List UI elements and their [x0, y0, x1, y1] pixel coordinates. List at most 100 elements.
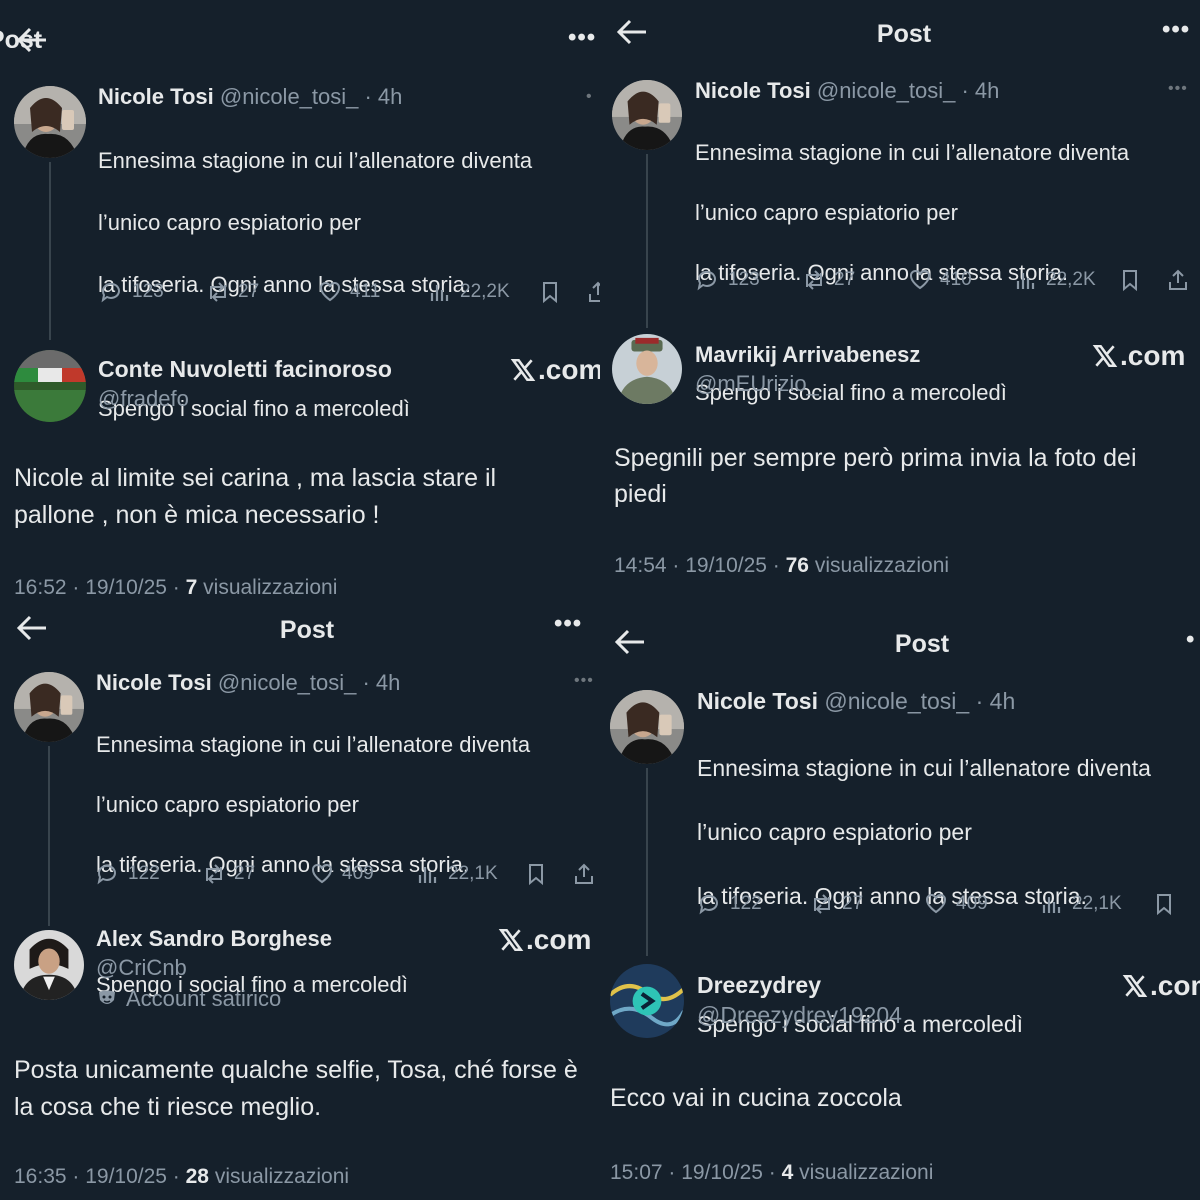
bookmark-button[interactable]	[538, 280, 562, 304]
reply-views-count: 28	[185, 1165, 209, 1188]
repost-button[interactable]: 27	[810, 892, 863, 916]
brand-label: .com	[526, 924, 592, 955]
repost-icon	[806, 270, 822, 290]
avatar-nicole[interactable]	[610, 690, 684, 764]
post-header: Nicole Tosi @nicole_tosi_ · 4h	[697, 688, 1015, 714]
post-line: Ennesima stagione in cui l’allenatore di…	[697, 755, 1151, 781]
post-line: l’unico capro espiatorio per	[697, 819, 972, 845]
views-count: 22,1K	[1072, 893, 1122, 914]
views-button[interactable]: 22,1K	[416, 862, 498, 886]
views-icon	[1016, 273, 1035, 289]
reply-author-handle[interactable]: @mEUrizio_	[695, 371, 819, 397]
post-line: l’unico capro espiatorio per	[96, 792, 359, 817]
post-more-icon[interactable]: •••	[1168, 80, 1188, 98]
avatar-nicole[interactable]	[14, 86, 86, 158]
reply-count: 123	[132, 281, 164, 302]
post-line: Ennesima stagione in cui l’allenatore di…	[695, 140, 1130, 165]
author-name[interactable]: Nicole Tosi	[695, 78, 811, 103]
views-icon	[430, 285, 449, 301]
more-options-icon[interactable]: •••	[1162, 16, 1190, 44]
reply-button[interactable]: 123	[696, 268, 760, 292]
reply-text: Spegnili per sempre però prima invia la …	[614, 444, 1137, 508]
repost-button[interactable]: 27	[802, 268, 855, 292]
share-icon	[589, 281, 600, 302]
author-name[interactable]: Nicole Tosi	[98, 84, 214, 109]
post-more-icon[interactable]: •••	[574, 672, 594, 690]
like-button[interactable]: 411	[318, 280, 380, 304]
reply-author-handle[interactable]: @Dreezydrey19204	[697, 1002, 902, 1029]
post-line: Ennesima stagione in cui l’allenatore di…	[96, 732, 531, 757]
bookmark-button[interactable]	[1118, 268, 1142, 292]
more-options-icon[interactable]: •	[1186, 626, 1195, 654]
share-button[interactable]	[572, 862, 596, 886]
author-name[interactable]: Nicole Tosi	[697, 688, 818, 714]
avatar-reply[interactable]	[14, 350, 86, 422]
more-options-icon[interactable]: •••	[568, 24, 596, 52]
x-brand: .com	[510, 354, 600, 386]
avatar-nicole[interactable]	[14, 672, 84, 742]
author-handle-time[interactable]: @nicole_tosi_ · 4h	[220, 84, 403, 109]
heart-icon	[910, 269, 930, 290]
reply-text: Posta unicamente qualche selfie, Tosa, c…	[14, 1056, 578, 1121]
reply-author-name[interactable]: Dreezydrey	[697, 972, 821, 999]
reply-views-label: visualizzazioni	[793, 1161, 934, 1184]
x-logo-icon	[510, 358, 536, 382]
views-button[interactable]: 22,1K	[1040, 892, 1122, 916]
post-screen-2: Post ••• Nicole Tosi @nicole_tosi_ · 4h …	[600, 0, 1200, 600]
avatar-nicole[interactable]	[612, 80, 682, 150]
reply-author-name[interactable]: Conte Nuvoletti facinoroso	[98, 356, 392, 383]
author-handle-time[interactable]: @nicole_tosi_ · 4h	[824, 688, 1015, 714]
like-count: 411	[350, 281, 381, 302]
reply-meta: 15:07 · 19/10/25 · 4 visualizzazioni	[610, 1161, 933, 1185]
post-header: Nicole Tosi @nicole_tosi_ · 4h	[695, 78, 999, 104]
bookmark-button[interactable]	[1152, 892, 1176, 916]
views-button[interactable]: 22,2K	[1014, 268, 1096, 292]
views-button[interactable]: 22,2K	[428, 280, 510, 304]
author-name[interactable]: Nicole Tosi	[96, 670, 212, 695]
repost-button[interactable]: 27	[202, 862, 255, 886]
reply-button[interactable]: 122	[698, 892, 762, 916]
share-button[interactable]	[586, 280, 600, 304]
views-count: 22,2K	[1046, 269, 1096, 290]
top-bar: Post •••	[0, 608, 600, 652]
repost-count: 27	[842, 893, 864, 914]
brand-label: .com	[1120, 340, 1186, 371]
avatar-reply[interactable]	[612, 334, 682, 404]
reply-button[interactable]: 122	[96, 862, 160, 886]
reply-author-name[interactable]: Alex Sandro Borghese	[96, 926, 332, 952]
reply-views-count: 7	[185, 576, 198, 599]
like-count: 409	[342, 863, 374, 884]
post-more-icon[interactable]: •	[586, 88, 593, 106]
like-count: 410	[940, 269, 972, 290]
brand-label: .com	[1150, 970, 1200, 1001]
author-handle-time[interactable]: @nicole_tosi_ · 4h	[218, 670, 401, 695]
reply-timestamp: 16:52 · 19/10/25 ·	[14, 576, 186, 599]
reply-author-handle[interactable]: @CriCnb	[96, 955, 187, 981]
avatar-reply[interactable]	[14, 930, 84, 1000]
page-title: Post	[0, 26, 43, 54]
heart-icon	[320, 281, 340, 302]
x-brand: .com	[498, 924, 591, 956]
author-handle-time[interactable]: @nicole_tosi_ · 4h	[817, 78, 1000, 103]
views-count: 22,2K	[460, 281, 510, 302]
like-button[interactable]: 410	[908, 268, 972, 292]
thread-line	[646, 154, 648, 328]
more-options-icon[interactable]: •••	[554, 610, 582, 638]
reply-author-handle[interactable]: @fradefo	[98, 386, 189, 412]
top-bar: Post •••	[600, 12, 1200, 56]
avatar-reply[interactable]	[610, 964, 684, 1038]
bookmark-icon	[543, 282, 557, 304]
bookmark-button[interactable]	[524, 862, 548, 886]
share-button[interactable]	[1166, 268, 1190, 292]
like-button[interactable]: 409	[310, 862, 374, 886]
repost-count: 27	[238, 281, 260, 302]
like-button[interactable]: 409	[924, 892, 988, 916]
reply-button[interactable]: 123	[100, 280, 164, 304]
reply-author-name[interactable]: Mavrikij Arrivabenesz	[695, 342, 920, 368]
bookmark-icon	[529, 864, 543, 886]
page-title: Post	[876, 20, 932, 48]
post-screen-4: Post • Nicole Tosi @nicole_tosi_ · 4h En…	[600, 600, 1200, 1200]
satire-badge: Account satirico	[96, 986, 281, 1012]
reply-text: Ecco vai in cucina zoccola	[610, 1084, 902, 1112]
repost-button[interactable]: 27	[206, 280, 259, 304]
